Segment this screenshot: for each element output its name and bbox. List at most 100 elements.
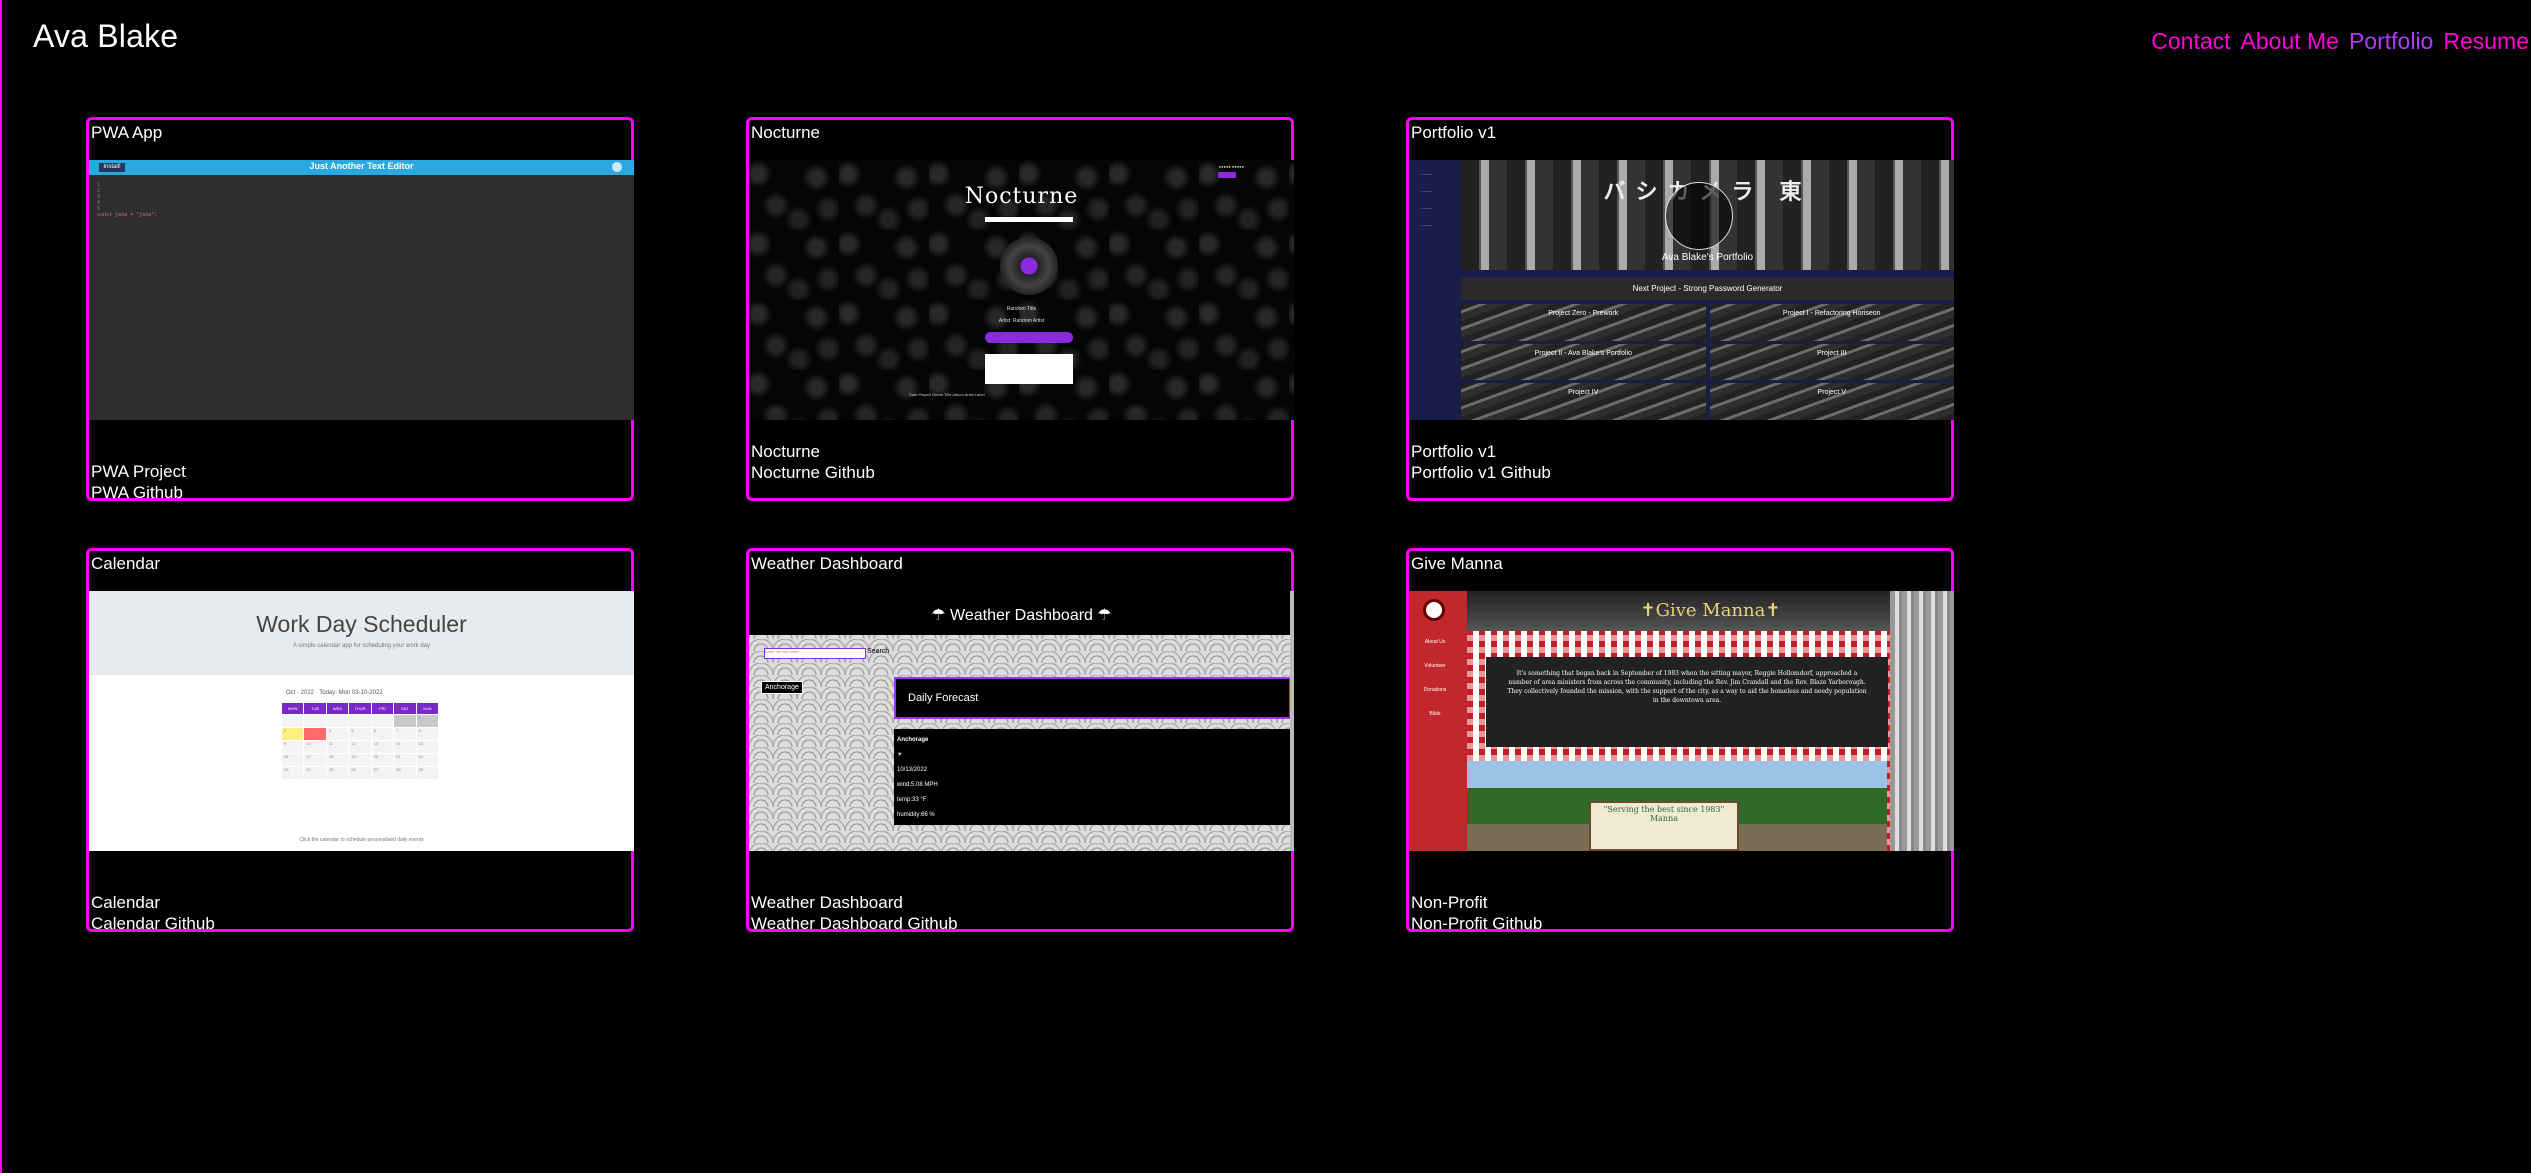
- weekday-header: THUR: [349, 703, 371, 714]
- scheduler-subtitle: A simple calendar app for scheduling you…: [292, 643, 431, 649]
- project-link[interactable]: Non-Profit: [1411, 892, 1542, 913]
- manna-nav-item: Donations: [1423, 687, 1447, 693]
- editor-logo-icon: [612, 162, 622, 172]
- manna-nav-item: About Us: [1424, 639, 1446, 645]
- github-link[interactable]: Weather Dashboard Github: [751, 913, 958, 934]
- scheduler-title: Work Day Scheduler: [256, 611, 467, 637]
- project-screenshot[interactable]: Install! Just Another Text Editor 12345c…: [89, 160, 634, 420]
- editor-code: 1 2 3 4 5 const jate = "jate";: [97, 182, 158, 218]
- manna-nav-item: Bible: [1429, 711, 1441, 717]
- project-card-give-manna: Give Manna About Us Volunteer Donations …: [1406, 548, 1954, 934]
- scheduler-calendar-grid: MON TUE WED THUR FRI SAT SUN 1 2345678 9…: [282, 703, 438, 779]
- github-link[interactable]: Portfolio v1 Github: [1411, 462, 1551, 483]
- portfolio-tile: Project IV: [1461, 383, 1706, 420]
- weather-search-input: Enter the city name: [764, 648, 866, 659]
- weather-scrollbar: [1290, 591, 1294, 851]
- scheduler-controls: Oct · 2022 · Today: Mon 03-10-2022: [286, 690, 383, 696]
- card-title: Calendar: [91, 554, 160, 573]
- editor-title: Just Another Text Editor: [309, 161, 414, 171]
- github-link[interactable]: Non-Profit Github: [1411, 913, 1542, 934]
- nocturne-title: Nocturne: [964, 184, 1079, 209]
- project-screenshot[interactable]: About Us Volunteer Donations Bible ✝Give…: [1409, 591, 1954, 851]
- project-screenshot[interactable]: ●●●●● ●●●●● Nocturne Random Title Artist…: [749, 160, 1294, 420]
- nocturne-artist: Artist: Random Artist: [998, 318, 1045, 324]
- weather-title: ☂ Weather Dashboard ☂: [931, 607, 1112, 624]
- manna-sign: "Serving the best since 1983" Manna: [1589, 801, 1739, 851]
- project-link[interactable]: Calendar: [91, 892, 215, 913]
- weekday-header: TUE: [304, 703, 326, 714]
- project-link[interactable]: Weather Dashboard: [751, 892, 958, 913]
- manna-nav-item: Volunteer: [1424, 663, 1446, 669]
- nocturne-top-text: ●●●●● ●●●●●: [1218, 164, 1244, 169]
- project-screenshot[interactable]: ☂ Weather Dashboard ☂ Enter the city nam…: [749, 591, 1294, 851]
- nocturne-song: Random Title: [1006, 306, 1037, 312]
- github-link[interactable]: Calendar Github: [91, 913, 215, 934]
- portfolio-tile: Project II - Ava Blake's Portfolio: [1461, 343, 1706, 381]
- card-links: Weather Dashboard Weather Dashboard Gith…: [751, 892, 958, 934]
- portfolio-tile: Project III: [1709, 343, 1954, 381]
- card-title: PWA App: [91, 123, 163, 142]
- weekday-header: FRI: [371, 703, 394, 714]
- weather-humidity: humidity:66 %: [897, 812, 935, 818]
- project-card-nocturne: Nocturne ●●●●● ●●●●● Nocturne Random Tit…: [746, 117, 1294, 501]
- nav-portfolio[interactable]: Portfolio: [2349, 28, 2433, 55]
- project-link[interactable]: Portfolio v1: [1411, 441, 1551, 462]
- manna-logo-icon: [1423, 599, 1445, 621]
- github-link[interactable]: Nocturne Github: [751, 462, 875, 483]
- weekday-header: SAT: [394, 703, 416, 714]
- card-title: Weather Dashboard: [751, 554, 903, 573]
- portfolio-page: Ava Blake Contact About Me Portfolio Res…: [0, 0, 2529, 1173]
- project-card-weather-dashboard: Weather Dashboard ☂ Weather Dashboard ☂ …: [746, 548, 1294, 934]
- card-title: Give Manna: [1411, 554, 1503, 573]
- top-nav: Contact About Me Portfolio Resume: [2151, 28, 2529, 55]
- github-link[interactable]: PWA Github: [91, 482, 186, 503]
- manna-sidebar: About Us Volunteer Donations Bible: [1409, 591, 1467, 851]
- weekday-header: SUN: [416, 703, 438, 714]
- project-card-portfolio-v1: Portfolio v1 ──────────────── バシカメラ 東 Av…: [1406, 117, 1954, 501]
- project-screenshot[interactable]: ──────────────── バシカメラ 東 Ava Blake's Por…: [1409, 160, 1954, 420]
- card-links: Portfolio v1 Portfolio v1 Github: [1411, 441, 1551, 483]
- portfolio-hero-circle: [1665, 182, 1733, 250]
- portfolio-hero-name: Ava Blake's Portfolio: [1661, 252, 1754, 263]
- project-link[interactable]: Nocturne: [751, 441, 875, 462]
- portfolio-sidebar: ──── ──── ──── ────: [1409, 160, 1459, 420]
- nocturne-player-controls: [985, 332, 1073, 343]
- nav-contact[interactable]: Contact: [2151, 28, 2230, 55]
- portfolio-project-grid: Project Zero - Prework Project I - Refac…: [1461, 304, 1954, 420]
- weather-icon: ☀: [897, 752, 903, 758]
- vinyl-record-icon: [1000, 237, 1058, 295]
- weather-city-chip: Anchorage: [761, 681, 803, 694]
- card-links: Calendar Calendar Github: [91, 892, 215, 934]
- weather-current-panel: Anchorage ☀ 10/13/2022 wind:5.08 MPH tem…: [894, 729, 1291, 825]
- card-links: Non-Profit Non-Profit Github: [1411, 892, 1542, 934]
- nocturne-table: Date Played Genre Title Album Artist Lab…: [909, 392, 985, 397]
- portfolio-tile: Project V: [1709, 383, 1954, 420]
- weather-city: Anchorage: [897, 737, 929, 743]
- scheduler-footer: Click the calendar to schedule personali…: [299, 837, 424, 843]
- project-link[interactable]: PWA Project: [91, 461, 186, 482]
- weather-temp: temp:33 °F: [897, 797, 927, 803]
- project-card-calendar: Calendar Work Day Scheduler A simple cal…: [86, 548, 634, 934]
- card-title: Nocturne: [751, 123, 820, 142]
- weather-search-button: Search: [867, 648, 890, 655]
- weather-date: 10/13/2022: [897, 767, 928, 773]
- manna-banner: ✝Give Manna✝: [1467, 591, 1954, 631]
- card-links: Nocturne Nocturne Github: [751, 441, 875, 483]
- manna-column-decoration: [1890, 591, 1954, 851]
- nocturne-login-button: [1218, 172, 1236, 178]
- card-title: Portfolio v1: [1411, 123, 1497, 142]
- weather-daily-forecast: Daily Forecast: [894, 677, 1291, 719]
- weekday-header: WED: [326, 703, 349, 714]
- project-screenshot[interactable]: Work Day Scheduler A simple calendar app…: [89, 591, 634, 851]
- portfolio-tile: Project I - Refactoring Horiseon: [1709, 304, 1954, 341]
- nav-about-me[interactable]: About Me: [2241, 28, 2339, 55]
- site-brand: Ava Blake: [33, 18, 179, 54]
- nocturne-divider: [985, 217, 1073, 222]
- nav-resume[interactable]: Resume: [2443, 28, 2529, 55]
- weather-wind: wind:5.08 MPH: [897, 782, 938, 788]
- manna-story: It's something that began back in Septem…: [1486, 657, 1888, 747]
- weekday-header: MON: [282, 703, 304, 714]
- portfolio-tile: Project Zero - Prework: [1461, 304, 1706, 341]
- portfolio-next-project: Next Project - Strong Password Generator: [1461, 278, 1954, 300]
- nocturne-history-box: [985, 354, 1073, 384]
